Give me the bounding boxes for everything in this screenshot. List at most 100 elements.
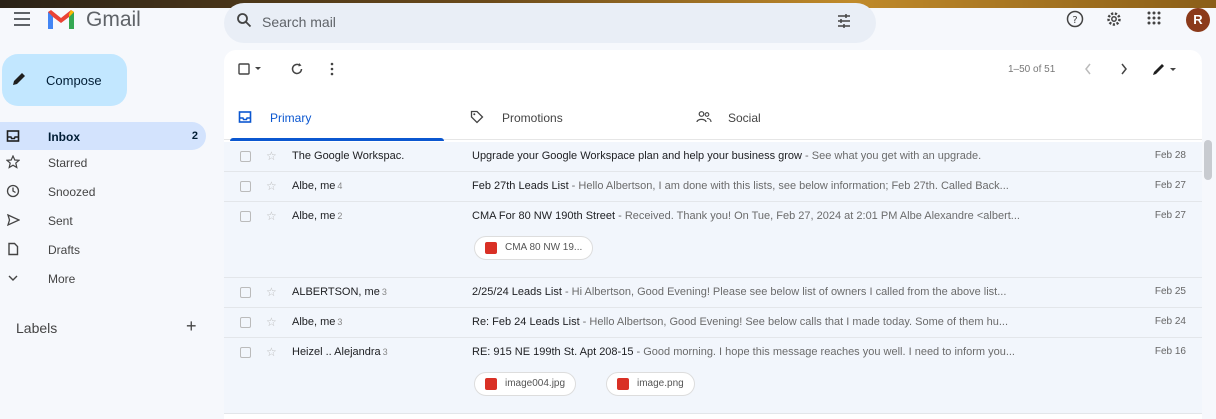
email-sender: Heizel .. Alejandra 3 [292,346,388,358]
clock-icon [6,184,20,198]
email-row[interactable]: ☆ Albe, me 3 Re: Feb 24 Leads List - Hell… [224,308,1202,338]
sidebar-item-label: Starred [48,156,88,170]
email-date: Feb 16 [1154,346,1186,357]
row-checkbox[interactable] [240,347,251,358]
email-subject-preview: Feb 27th Leads List - Hello Albertson, I… [472,180,1009,192]
email-row[interactable]: ☆ ALBERTSON, me 3 2/25/24 Leads List - Hi… [224,278,1202,308]
star-icon [6,155,20,169]
email-subject-preview: CMA For 80 NW 190th Street - Received. T… [472,210,1020,222]
pencil-icon [13,73,25,85]
sidebar-item-inbox[interactable]: Inbox 2 [0,122,206,150]
row-checkbox[interactable] [240,211,251,222]
email-row[interactable]: ☆ Albe, me 2 CMA For 80 NW 190th Street -… [224,202,1202,278]
image-file-icon [617,378,629,390]
image-file-icon [485,378,497,390]
email-row[interactable]: ☆ The Google Workspac. Upgrade your Goog… [224,142,1202,172]
sidebar-item-label: Sent [48,214,73,228]
attachment-chip[interactable]: image.png [606,372,695,396]
more-options-icon[interactable] [330,62,334,76]
star-icon[interactable]: ☆ [266,149,277,163]
star-icon[interactable]: ☆ [266,179,277,193]
star-icon[interactable]: ☆ [266,209,277,223]
account-avatar[interactable]: R [1186,8,1210,32]
sidebar-item-label: Drafts [48,243,81,257]
email-date: Feb 27 [1154,180,1186,191]
gmail-logo[interactable] [46,8,76,30]
sidebar-item-starred[interactable]: Starred [0,148,206,176]
inbox-icon [238,111,252,123]
tab-label: Primary [270,111,312,125]
search-icon[interactable] [236,12,252,28]
mail-toolbar: 1–50 of 51 [224,50,1202,88]
sidebar-item-label: Snoozed [48,185,96,199]
email-subject-preview: Re: Feb 24 Leads List - Hello Albertson,… [472,316,1009,328]
help-icon[interactable]: ? [1066,10,1084,28]
compose-button[interactable]: Compose [2,54,127,106]
pdf-file-icon [485,242,497,254]
tab-label: Social [728,111,761,125]
compose-label: Compose [46,73,102,88]
inbox-icon [6,130,20,142]
refresh-icon[interactable] [290,62,304,76]
email-sender: Albe, me 4 [292,180,343,192]
sidebar-item-more[interactable]: More [0,264,206,292]
sidebar: Compose Inbox 2 Starred Snoozed Sent Dra… [0,46,216,419]
main-menu-icon[interactable] [14,12,30,26]
attachment-name: CMA 80 NW 19... [505,242,583,253]
tab-label: Promotions [502,111,563,125]
email-sender: Albe, me 2 [292,210,343,222]
email-subject-preview: RE: 915 NE 199th St. Apt 208-15 - Good m… [472,346,1015,358]
select-dropdown-icon[interactable] [254,66,262,72]
tab-primary[interactable]: Primary [224,96,444,141]
attachment-name: image004.jpg [505,378,566,389]
star-icon[interactable]: ☆ [266,345,277,359]
input-tools-pen-icon[interactable] [1152,62,1178,76]
select-all-checkbox[interactable] [238,63,250,75]
row-checkbox[interactable] [240,151,251,162]
apps-grid-icon[interactable] [1146,10,1162,26]
pagination-info: 1–50 of 51 [1008,64,1056,75]
header: Gmail ? R [0,0,1216,46]
email-date: Feb 28 [1154,150,1186,161]
email-row[interactable]: ☆ Heizel .. Alejandra 3 RE: 915 NE 199th … [224,338,1202,414]
email-subject-preview: 2/25/24 Leads List - Hi Albertson, Good … [472,286,1007,298]
attachment-name: image.png [637,378,684,389]
labels-heading: Labels [16,320,58,336]
older-page-icon[interactable] [1120,63,1128,75]
search-bar[interactable] [224,3,876,43]
email-sender: The Google Workspac. [292,150,405,162]
email-date: Feb 25 [1154,286,1186,297]
draft-icon [8,242,19,256]
email-subject-preview: Upgrade your Google Workspace plan and h… [472,150,982,162]
attachment-chip[interactable]: CMA 80 NW 19... [474,236,594,260]
tab-promotions[interactable]: Promotions [456,96,676,140]
row-checkbox[interactable] [240,181,251,192]
sidebar-item-drafts[interactable]: Drafts [0,235,206,263]
sidebar-item-label: Inbox [48,130,80,144]
row-checkbox[interactable] [240,317,251,328]
star-icon[interactable]: ☆ [266,285,277,299]
app-name: Gmail [86,8,141,31]
sidebar-item-sent[interactable]: Sent [0,206,206,234]
add-label-plus-icon[interactable]: + [186,316,197,337]
attachment-chip[interactable]: image004.jpg [474,372,577,396]
email-date: Feb 27 [1154,210,1186,221]
people-icon [696,111,712,123]
star-icon[interactable]: ☆ [266,315,277,329]
scrollbar-thumb[interactable] [1204,140,1212,180]
sidebar-item-snoozed[interactable]: Snoozed [0,177,206,205]
tag-icon [470,110,484,124]
tab-social[interactable]: Social [682,96,902,140]
email-date: Feb 24 [1154,316,1186,327]
unread-count: 2 [191,130,198,142]
newer-page-icon[interactable] [1084,63,1092,75]
sidebar-item-label: More [48,272,76,286]
email-sender: Albe, me 3 [292,316,343,328]
search-input[interactable] [262,9,822,35]
row-checkbox[interactable] [240,287,251,298]
category-tabs: Primary Promotions Social [224,96,1202,141]
svg-text:?: ? [1072,15,1077,26]
email-row[interactable]: ☆ Albe, me 4 Feb 27th Leads List - Hello … [224,172,1202,202]
search-options-icon[interactable] [836,13,852,29]
settings-gear-icon[interactable] [1105,10,1123,28]
